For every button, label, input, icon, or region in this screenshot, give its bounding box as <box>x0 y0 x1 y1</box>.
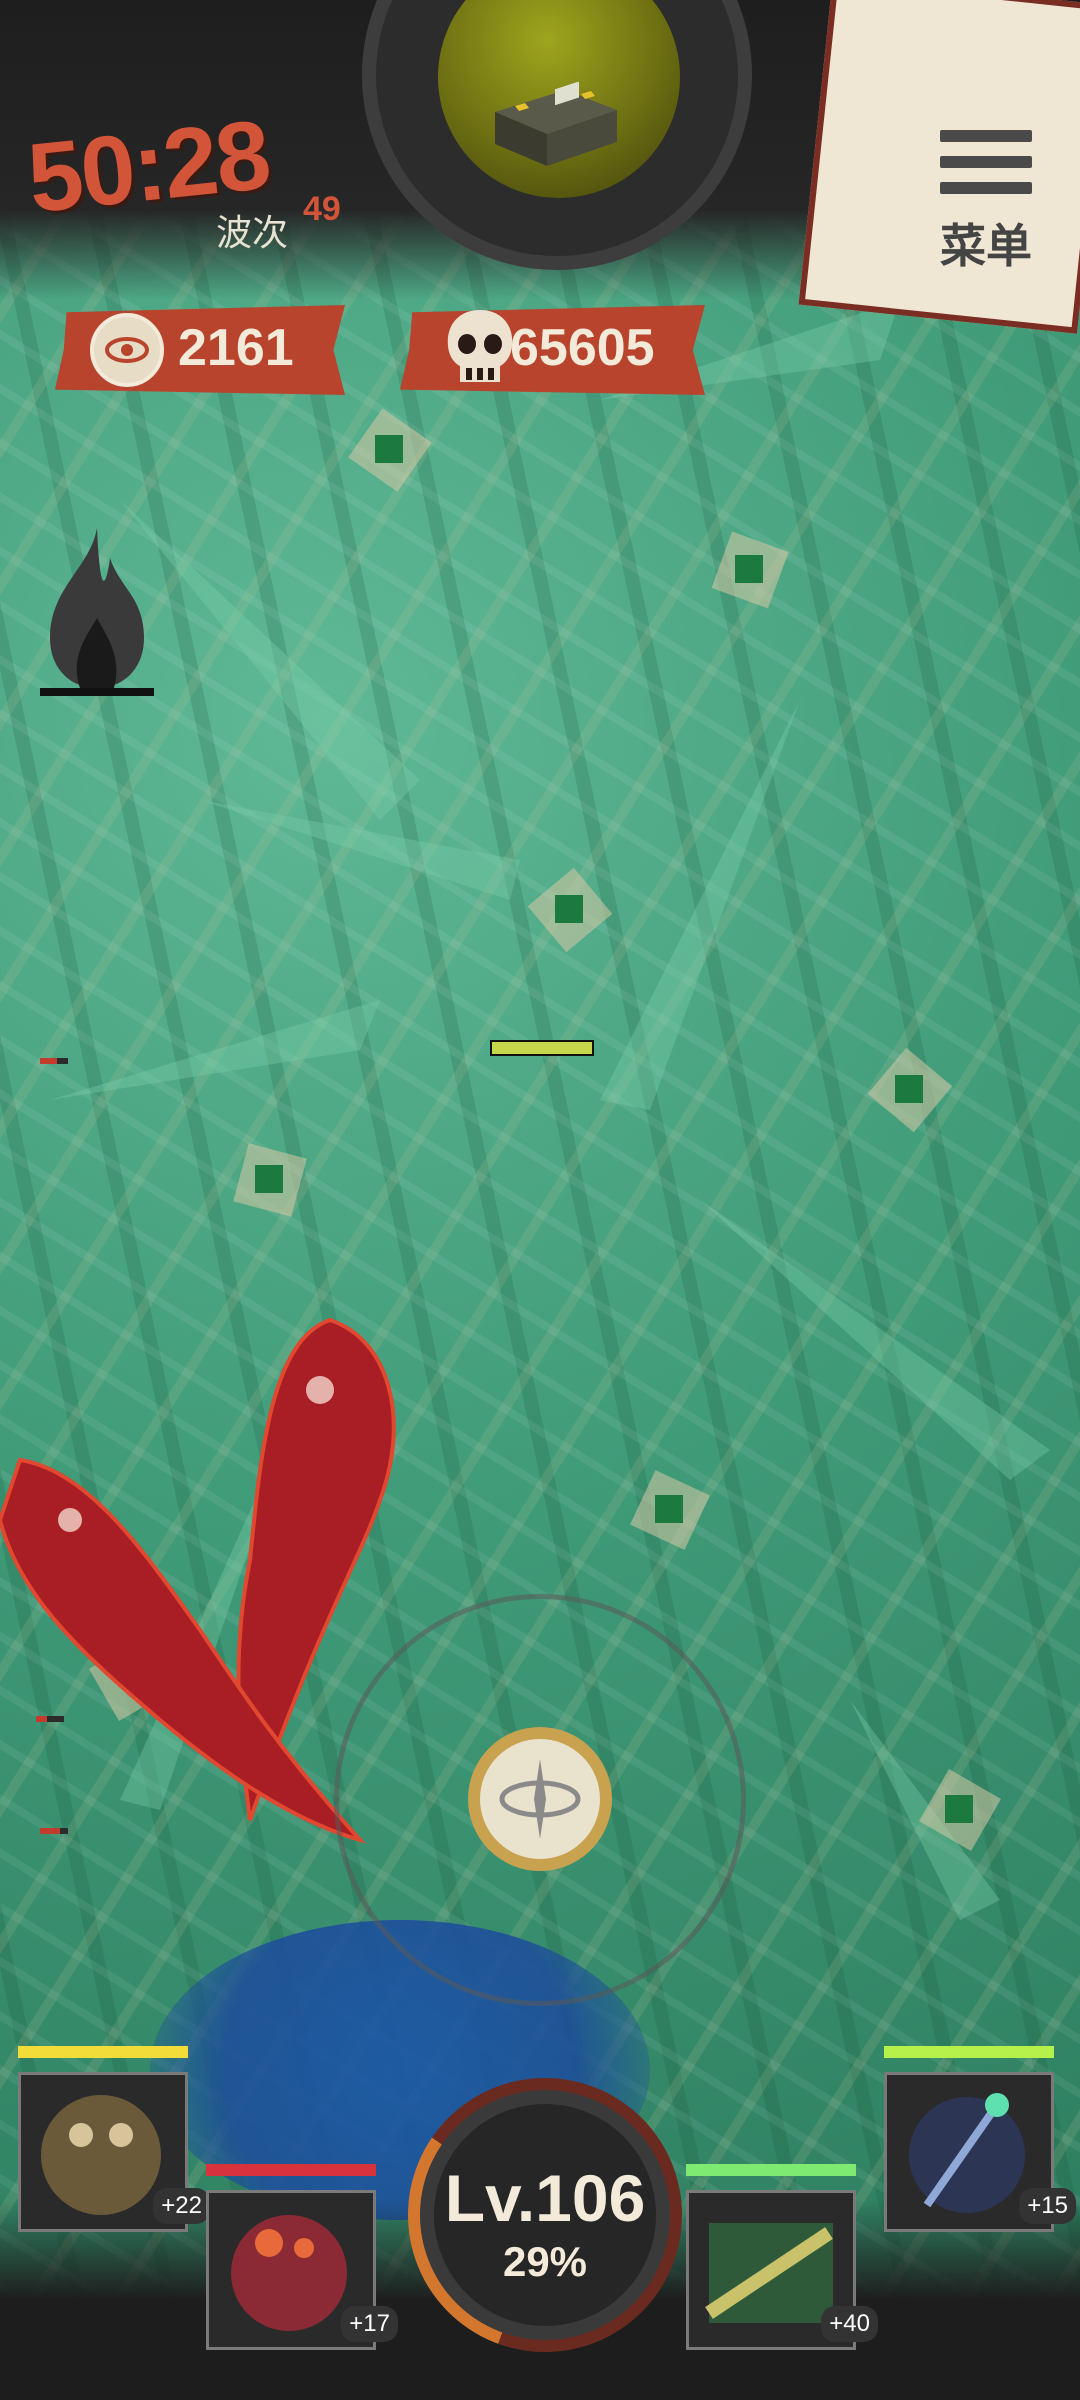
kill-count: 65605 <box>510 319 655 377</box>
wave-label: 波次 <box>216 212 289 253</box>
menu-icon[interactable] <box>940 130 1032 208</box>
chest-icon[interactable] <box>485 82 625 170</box>
hero-slot-bottom-right[interactable]: +40 <box>686 2164 878 2350</box>
hero-slot-bottom-left[interactable]: +17 <box>206 2164 398 2350</box>
skull-icon <box>447 310 513 382</box>
hero-health-bar <box>18 2046 188 2058</box>
enemy-health-bar <box>40 1058 68 1064</box>
coin-count: 2161 <box>178 319 294 377</box>
wave-number: 49 <box>303 190 341 228</box>
hero-bonus: +15 <box>1019 2188 1076 2224</box>
hero-bonus: +17 <box>341 2306 398 2342</box>
player-health-fill <box>492 1042 592 1054</box>
level-text: Lv.106 <box>444 2161 646 2235</box>
hero-health-bar <box>206 2164 376 2176</box>
menu-button-label[interactable]: 菜单 <box>940 210 1032 276</box>
player-health-bar <box>490 1040 594 1056</box>
dark-flame-icon[interactable] <box>30 528 164 698</box>
xp-percent: 29% <box>502 2238 588 2285</box>
hero-bonus: +22 <box>153 2188 210 2224</box>
hero-health-bar <box>686 2164 856 2176</box>
joystick-knob-icon[interactable] <box>468 1727 612 1871</box>
hero-bonus: +40 <box>821 2306 878 2342</box>
hero-health-bar <box>884 2046 1054 2058</box>
hero-slot-top-right[interactable]: +15 <box>884 2046 1076 2232</box>
coin-eye-icon <box>90 313 164 387</box>
hero-slot-top-left[interactable]: +22 <box>18 2046 210 2232</box>
